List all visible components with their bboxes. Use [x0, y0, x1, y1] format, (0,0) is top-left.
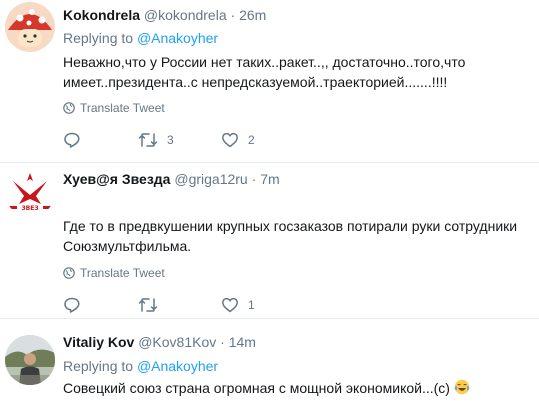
translate-label: Translate Tweet [80, 101, 165, 115]
reply-icon [64, 297, 80, 313]
separator-dot: · [230, 7, 236, 23]
replying-to-label: Replying to [63, 358, 134, 374]
translate-label: Translate Tweet [80, 266, 165, 280]
timestamp[interactable]: 26m [239, 7, 266, 23]
tweet-text: Где то в предвкушении крупных госзаказов… [63, 218, 518, 254]
translate-tweet-link[interactable]: Translate Tweet [63, 265, 165, 281]
tweet-actions: 3 2 [63, 130, 363, 150]
replying-to: Replying to @Anakoyher [63, 29, 218, 47]
retweet-button[interactable] [138, 295, 167, 315]
person-photo-avatar-icon [5, 335, 55, 385]
retweet-icon [138, 298, 158, 312]
separator-dot: · [220, 334, 225, 350]
like-count: 1 [248, 298, 255, 312]
avatar-kov81kov[interactable] [5, 335, 55, 385]
avatar-caption: ЗВЕЗ [21, 205, 38, 212]
user-handle[interactable]: @kokondrela [144, 7, 227, 23]
mention-link[interactable]: @Anakoyher [137, 358, 218, 374]
tweet-text: Совецкий союз страна огромная с мощной э… [63, 378, 533, 398]
tweet-2-header: Хуев@я Звезда @griga12ru · 7m [63, 170, 280, 188]
retweet-button[interactable]: 3 [138, 130, 174, 150]
translate-tweet-link[interactable]: Translate Tweet [63, 100, 165, 116]
heart-icon [222, 297, 238, 313]
like-button[interactable]: 1 [221, 295, 255, 315]
separator-dot: · [251, 171, 257, 187]
replying-to-label: Replying to [63, 30, 134, 46]
tweet-2[interactable]: ЗВЕЗ Хуев@я Звезда @griga12ru · 7m Где т… [0, 163, 539, 318]
avatar-kokondrela[interactable] [5, 2, 55, 52]
tweet-actions: 1 [63, 295, 363, 315]
retweet-count: 3 [167, 133, 174, 147]
red-star-logo-icon: ЗВЕЗ [5, 167, 55, 217]
reply-button[interactable] [63, 130, 90, 150]
user-handle[interactable]: @griga12ru [174, 171, 247, 187]
tweet-text: Неважно,что у России нет таких..ракет..,… [63, 54, 466, 90]
display-name[interactable]: Хуев@я Звезда [63, 171, 170, 187]
reply-button[interactable] [63, 295, 90, 315]
heart-icon [222, 132, 238, 148]
timestamp[interactable]: 7m [260, 171, 279, 187]
retweet-icon [138, 133, 158, 147]
globe-icon [63, 267, 75, 279]
globe-icon [63, 102, 75, 114]
avatar-griga12ru[interactable]: ЗВЕЗ [5, 167, 55, 217]
tears-of-joy-emoji-icon [454, 379, 470, 395]
user-handle[interactable]: @Kov81Kov [138, 334, 216, 350]
display-name[interactable]: Kokondrela [63, 7, 140, 23]
tweet-1[interactable]: Kokondrela @kokondrela · 26m Replying to… [0, 0, 539, 162]
tweet-text-content: Совецкий союз страна огромная с мощной э… [63, 380, 450, 396]
tweet-3-header: Vitaliy Kov @Kov81Kov · 14m [63, 333, 256, 351]
timestamp[interactable]: 14m [229, 334, 256, 350]
reply-icon [64, 132, 80, 148]
like-button[interactable]: 2 [221, 130, 255, 150]
mention-link[interactable]: @Anakoyher [137, 30, 218, 46]
tweet-1-header: Kokondrela @kokondrela · 26m [63, 6, 266, 24]
like-count: 2 [248, 133, 255, 147]
display-name[interactable]: Vitaliy Kov [63, 334, 134, 350]
replying-to: Replying to @Anakoyher [63, 357, 218, 375]
tweet-3[interactable]: Vitaliy Kov @Kov81Kov · 14m Replying to … [0, 319, 539, 410]
mushroom-avatar-icon [5, 2, 55, 52]
